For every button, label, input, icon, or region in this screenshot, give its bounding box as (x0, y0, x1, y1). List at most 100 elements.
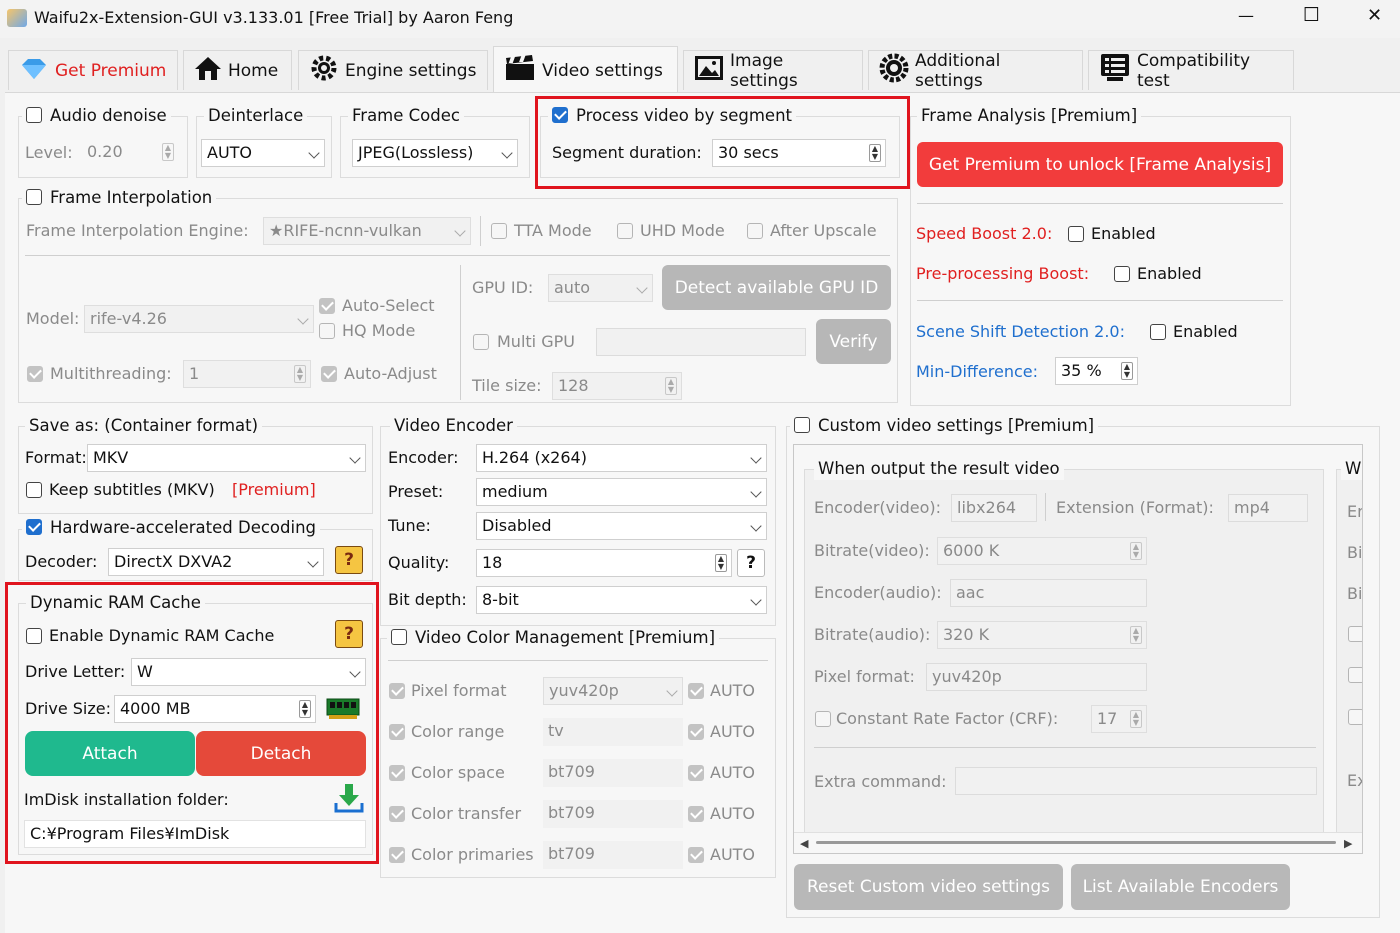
clipped-checkbox[interactable] (1348, 626, 1362, 642)
keep-subtitles-checkbox[interactable] (26, 482, 42, 498)
color-transfer-checkbox[interactable] (389, 806, 405, 822)
color-primaries-field[interactable]: bt709 (543, 841, 683, 869)
encoder-audio-field[interactable]: aac (950, 579, 1147, 607)
tune-select[interactable]: Disabled (476, 512, 767, 540)
unlock-frame-analysis-button[interactable]: Get Premium to unlock [Frame Analysis] (917, 142, 1283, 187)
extra-command-input[interactable] (955, 767, 1317, 795)
scrollbar-thumb[interactable] (816, 841, 1336, 844)
spin-arrows-icon[interactable]: ▲ ▼ (299, 700, 311, 718)
clipped-checkbox[interactable] (1348, 667, 1362, 683)
extension-field[interactable]: mp4 (1228, 494, 1308, 522)
color-space-field[interactable]: bt709 (543, 759, 683, 787)
ram-cache-help-icon[interactable]: ? (335, 620, 363, 648)
auto-adjust-checkbox[interactable] (321, 366, 337, 382)
tab-get-premium[interactable]: Get Premium (8, 50, 178, 90)
pixel-format-select[interactable]: yuv420p (543, 677, 683, 705)
frame-codec-select[interactable]: JPEG(Lossless) (352, 139, 518, 167)
multithreading-spinbox[interactable]: 1 ▲ ▼ (183, 360, 311, 388)
format-select[interactable]: MKV (87, 444, 366, 472)
preset-select[interactable]: medium (476, 478, 767, 506)
scroll-left-arrow-icon[interactable]: ◀ (800, 837, 808, 850)
spin-arrows-icon[interactable]: ▲ ▼ (869, 144, 881, 162)
deinterlace-select[interactable]: AUTO (201, 139, 325, 167)
tab-home[interactable]: Home (183, 50, 292, 90)
crf-spinbox[interactable]: 17 ▲ ▼ (1091, 705, 1147, 733)
quality-help-button[interactable]: ? (737, 549, 765, 577)
drive-letter-select[interactable]: W (131, 658, 366, 686)
audio-denoise-checkbox[interactable] (26, 107, 42, 123)
pre-processing-boost-checkbox[interactable] (1114, 266, 1130, 282)
color-space-auto-checkbox[interactable] (688, 765, 704, 781)
multithreading-checkbox[interactable] (27, 366, 43, 382)
tab-image-settings[interactable]: Image settings (683, 50, 863, 91)
pixel-format-auto-checkbox[interactable] (688, 683, 704, 699)
scroll-right-arrow-icon[interactable]: ▶ (1344, 837, 1352, 850)
drive-size-spinbox[interactable]: 4000 MB ▲ ▼ (114, 695, 316, 723)
spin-arrows-icon[interactable]: ▲ ▼ (294, 365, 306, 383)
frame-interpolation-checkbox[interactable] (26, 189, 42, 205)
tab-video-settings[interactable]: Video settings (493, 46, 678, 94)
detach-button[interactable]: Detach (196, 731, 366, 776)
decoder-help-icon[interactable]: ? (335, 546, 363, 574)
hq-mode-checkbox[interactable] (319, 323, 335, 339)
reset-custom-settings-button[interactable]: Reset Custom video settings (794, 864, 1063, 910)
minimize-button[interactable]: — (1238, 6, 1254, 25)
color-transfer-auto-checkbox[interactable] (688, 806, 704, 822)
segment-duration-spinbox[interactable]: 30 secs ▲ ▼ (712, 139, 886, 167)
spin-arrows-icon[interactable]: ▲ ▼ (1121, 362, 1133, 380)
crf-checkbox[interactable] (815, 711, 831, 727)
speed-boost-checkbox[interactable] (1068, 226, 1084, 242)
spin-arrows-icon[interactable]: ▲ ▼ (1130, 710, 1142, 728)
min-difference-spinbox[interactable]: 35 % ▲ ▼ (1055, 357, 1138, 385)
multi-gpu-config-field[interactable] (596, 328, 806, 356)
horizontal-scrollbar[interactable]: ◀ ▶ (794, 832, 1362, 852)
level-spinbox[interactable]: 0.20 ▲ ▼ (82, 139, 178, 167)
spin-arrows-icon[interactable]: ▲ ▼ (1130, 626, 1142, 644)
custom-video-checkbox[interactable] (794, 417, 810, 433)
bitrate-audio-spinbox[interactable]: 320 K ▲ ▼ (937, 621, 1147, 649)
interp-engine-select[interactable]: ★RIFE-ncnn-vulkan (263, 217, 471, 245)
spin-arrows-icon[interactable]: ▲ ▼ (715, 554, 727, 572)
tab-compatibility-test[interactable]: Compatibility test (1088, 50, 1294, 91)
list-encoders-button[interactable]: List Available Encoders (1071, 864, 1290, 910)
bitrate-video-spinbox[interactable]: 6000 K ▲ ▼ (937, 537, 1147, 565)
color-range-checkbox[interactable] (389, 724, 405, 740)
color-primaries-auto-checkbox[interactable] (688, 847, 704, 863)
clipped-checkbox[interactable] (1348, 709, 1362, 725)
decoder-select[interactable]: DirectX DXVA2 (108, 548, 324, 576)
pixel-format-field[interactable]: yuv420p (926, 663, 1147, 691)
encoder-select[interactable]: H.264 (x264) (476, 444, 767, 472)
pixel-format-checkbox[interactable] (389, 683, 405, 699)
auto-select-checkbox[interactable] (319, 298, 335, 314)
color-management-checkbox[interactable] (391, 629, 407, 645)
encoder-video-field[interactable]: libx264 (951, 494, 1037, 522)
spin-arrows-icon[interactable]: ▲ ▼ (1130, 542, 1142, 560)
after-upscale-checkbox[interactable] (747, 223, 763, 239)
download-icon[interactable] (333, 782, 365, 818)
imdisk-path-input[interactable]: C:¥Program Files¥ImDisk (24, 820, 366, 848)
bit-depth-select[interactable]: 8-bit (476, 586, 767, 614)
close-button[interactable]: ✕ (1367, 5, 1382, 26)
enable-ram-cache-checkbox[interactable] (26, 628, 42, 644)
quality-spinbox[interactable]: 18 ▲ ▼ (476, 549, 732, 577)
color-range-auto-checkbox[interactable] (688, 724, 704, 740)
scene-shift-checkbox[interactable] (1150, 324, 1166, 340)
model-select[interactable]: rife-v4.26 (84, 305, 314, 333)
tile-size-spinbox[interactable]: 128 ▲ ▼ (552, 372, 682, 400)
level-spin-arrows-icon[interactable]: ▲ ▼ (162, 143, 174, 161)
tta-mode-checkbox[interactable] (491, 223, 507, 239)
multi-gpu-checkbox[interactable] (473, 334, 489, 350)
gpu-id-select[interactable]: auto (548, 274, 653, 302)
uhd-mode-checkbox[interactable] (617, 223, 633, 239)
verify-button[interactable]: Verify (816, 319, 891, 364)
hw-decoding-checkbox[interactable] (26, 519, 42, 535)
detect-gpu-button[interactable]: Detect available GPU ID (662, 265, 891, 310)
maximize-button[interactable]: ☐ (1303, 4, 1320, 26)
attach-button[interactable]: Attach (25, 731, 195, 776)
color-space-checkbox[interactable] (389, 765, 405, 781)
tab-additional-settings[interactable]: Additional settings (868, 50, 1083, 91)
tab-engine-settings[interactable]: Engine settings (298, 50, 488, 90)
spin-arrows-icon[interactable]: ▲ ▼ (665, 377, 677, 395)
color-range-field[interactable]: tv (543, 718, 683, 746)
segment-checkbox[interactable] (552, 107, 568, 123)
